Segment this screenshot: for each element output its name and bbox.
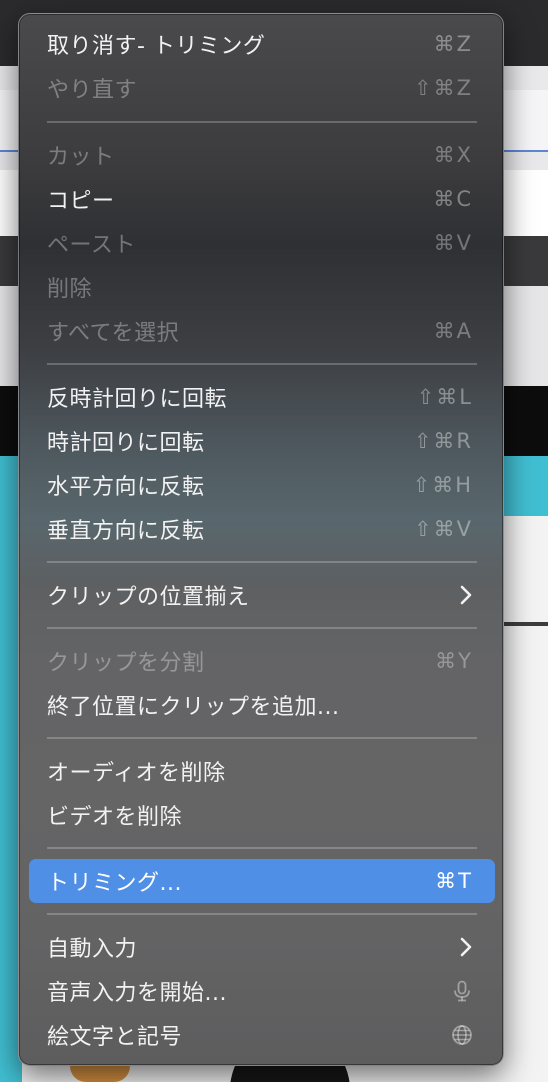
globe-icon: [452, 1025, 472, 1045]
menu-item-label: トリミング...: [47, 871, 182, 896]
menu-item-remove-audio[interactable]: オーディオを削除: [29, 749, 495, 793]
menu-item-label: ビデオを削除: [47, 805, 183, 830]
menu-item-paste[interactable]: ペースト ⌘V: [29, 221, 495, 265]
shortcut-label: ⌘C: [433, 187, 473, 211]
menu-item-trim[interactable]: トリミング... ⌘T: [29, 859, 495, 903]
menu-item-rotate-ccw[interactable]: 反時計回りに回転 ⇧⌘L: [29, 375, 495, 419]
menu-item-label: ペースト: [47, 233, 136, 258]
menu-item-remove-video[interactable]: ビデオを削除: [29, 793, 495, 837]
menu-separator: [47, 627, 477, 629]
menu-item-autofill[interactable]: 自動入力: [29, 925, 495, 969]
chevron-right-icon: [460, 937, 472, 957]
menu-item-label: 時計回りに回転: [47, 431, 205, 456]
menu-item-label: クリップを分割: [47, 651, 205, 676]
shortcut-label: ⌘T: [435, 869, 473, 893]
menu-separator: [47, 561, 477, 563]
menu-item-label: 反時計回りに回転: [47, 387, 228, 412]
menu-item-emoji-symbols[interactable]: 絵文字と記号: [29, 1013, 495, 1057]
shortcut-label: ⇧⌘Z: [414, 76, 473, 100]
microphone-icon: [454, 980, 470, 1002]
menu-item-label: 垂直方向に反転: [47, 519, 205, 544]
menu-item-label: カット: [47, 145, 115, 170]
shortcut-label: ⇧⌘H: [412, 473, 473, 497]
menu-item-cut[interactable]: カット ⌘X: [29, 133, 495, 177]
menu-item-label: 絵文字と記号: [47, 1025, 183, 1050]
shortcut-label: ⌘Y: [435, 649, 473, 673]
menu-item-label: すべてを選択: [47, 321, 180, 346]
shortcut-label: ⌘A: [433, 319, 473, 343]
menu-item-flip-horizontal[interactable]: 水平方向に反転 ⇧⌘H: [29, 463, 495, 507]
menu-item-delete[interactable]: 削除: [29, 265, 495, 309]
shortcut-label: ⇧⌘V: [414, 517, 473, 541]
menu-item-label: 音声入力を開始...: [47, 981, 227, 1006]
chevron-right-icon: [460, 585, 472, 605]
menu-item-undo-trim[interactable]: 取り消す- トリミング ⌘Z: [29, 22, 495, 66]
menu-separator: [47, 847, 477, 849]
shortcut-label: ⌘X: [433, 143, 473, 167]
menu-separator: [47, 737, 477, 739]
menu-item-label: やり直す: [47, 78, 138, 103]
menu-item-split-clip[interactable]: クリップを分割 ⌘Y: [29, 639, 495, 683]
menu-item-add-clip-at-end[interactable]: 終了位置にクリップを追加...: [29, 683, 495, 727]
menu-item-label: 削除: [47, 277, 93, 302]
menu-separator: [47, 363, 477, 365]
shortcut-label: ⌘Z: [433, 32, 473, 56]
menu-item-label: 終了位置にクリップを追加...: [47, 695, 340, 720]
menu-separator: [47, 121, 477, 123]
menu-item-label: コピー: [47, 189, 115, 214]
context-menu: 取り消す- トリミング ⌘Z やり直す ⇧⌘Z カット ⌘X コピー ⌘C ペー…: [18, 13, 504, 1066]
background-rule: [500, 622, 548, 626]
menu-item-label: オーディオを削除: [47, 761, 226, 786]
menu-item-redo[interactable]: やり直す ⇧⌘Z: [29, 66, 495, 110]
menu-item-rotate-cw[interactable]: 時計回りに回転 ⇧⌘R: [29, 419, 495, 463]
menu-item-align-clips[interactable]: クリップの位置揃え: [29, 573, 495, 617]
menu-separator: [47, 913, 477, 915]
menu-item-flip-vertical[interactable]: 垂直方向に反転 ⇧⌘V: [29, 507, 495, 551]
shortcut-label: ⇧⌘R: [413, 429, 473, 453]
shortcut-label: ⇧⌘L: [416, 385, 473, 409]
menu-item-select-all[interactable]: すべてを選択 ⌘A: [29, 309, 495, 353]
menu-item-start-dictation[interactable]: 音声入力を開始...: [29, 969, 495, 1013]
menu-item-label: 水平方向に反転: [47, 475, 205, 500]
shortcut-label: ⌘V: [433, 231, 473, 255]
menu-item-label: 取り消す- トリミング: [47, 34, 266, 59]
menu-item-copy[interactable]: コピー ⌘C: [29, 177, 495, 221]
menu-item-label: クリップの位置揃え: [47, 585, 250, 610]
menu-item-label: 自動入力: [47, 937, 138, 962]
